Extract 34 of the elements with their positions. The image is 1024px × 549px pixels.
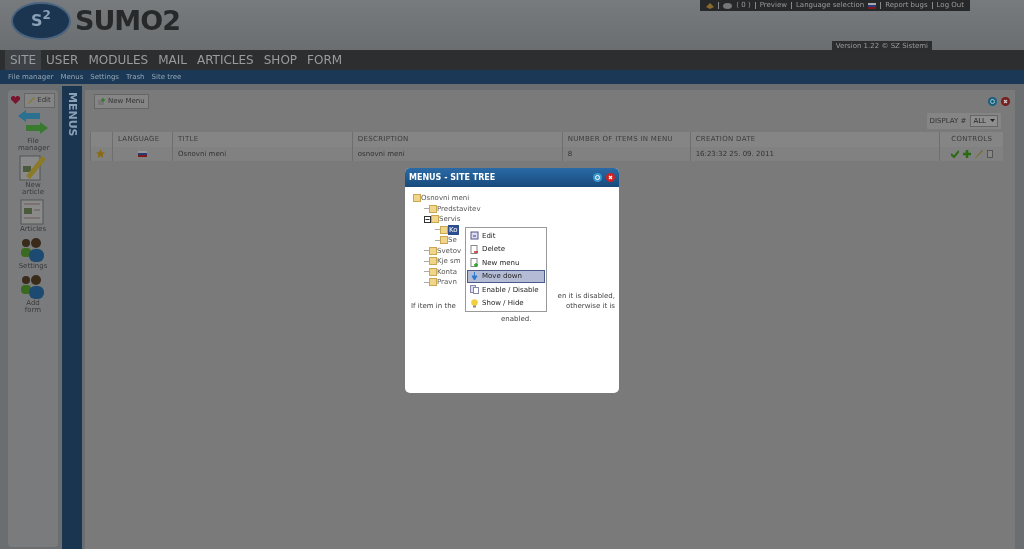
check-icon[interactable] xyxy=(950,149,959,158)
document-pencil-icon xyxy=(18,153,48,182)
comment-icon[interactable] xyxy=(723,2,733,9)
pencil-icon xyxy=(28,96,36,104)
tree-connector-icon xyxy=(424,206,429,212)
nav-tab[interactable]: MODULES xyxy=(83,50,154,70)
nav-tab[interactable]: SITE xyxy=(5,50,42,70)
lightbulb-icon xyxy=(470,298,479,308)
nav-tab[interactable]: SHOP xyxy=(258,50,303,70)
plus-icon[interactable] xyxy=(962,149,971,158)
dialog-title: MENUS - SITE TREE xyxy=(409,171,497,184)
star-icon[interactable] xyxy=(96,149,105,159)
nav-tab[interactable]: ARTICLES xyxy=(191,50,259,70)
nav-tab[interactable]: MAIL xyxy=(153,50,192,70)
nav-tab[interactable]: USER xyxy=(41,50,84,70)
section-title: MENUS xyxy=(65,91,81,137)
heart-icon[interactable] xyxy=(11,96,21,105)
caret-icon xyxy=(990,119,995,123)
new-page-icon xyxy=(470,258,479,268)
logo-text: SUMO2 xyxy=(75,4,180,38)
help-icon[interactable] xyxy=(593,173,602,182)
help-icon[interactable] xyxy=(988,96,997,106)
close-icon[interactable] xyxy=(606,173,615,182)
flag-icon[interactable] xyxy=(868,2,877,9)
edit-icon xyxy=(470,231,479,241)
down-arrow-icon xyxy=(470,271,479,281)
nav-tab[interactable]: FORM xyxy=(302,50,348,70)
pages-icon xyxy=(470,285,479,295)
flag-icon xyxy=(137,150,147,157)
collapse-icon[interactable] xyxy=(424,215,431,223)
add-icon xyxy=(98,97,106,105)
close-icon[interactable] xyxy=(1001,96,1010,106)
logo-badge: S$^{2}$ xyxy=(11,2,71,41)
delete-icon xyxy=(470,244,479,254)
